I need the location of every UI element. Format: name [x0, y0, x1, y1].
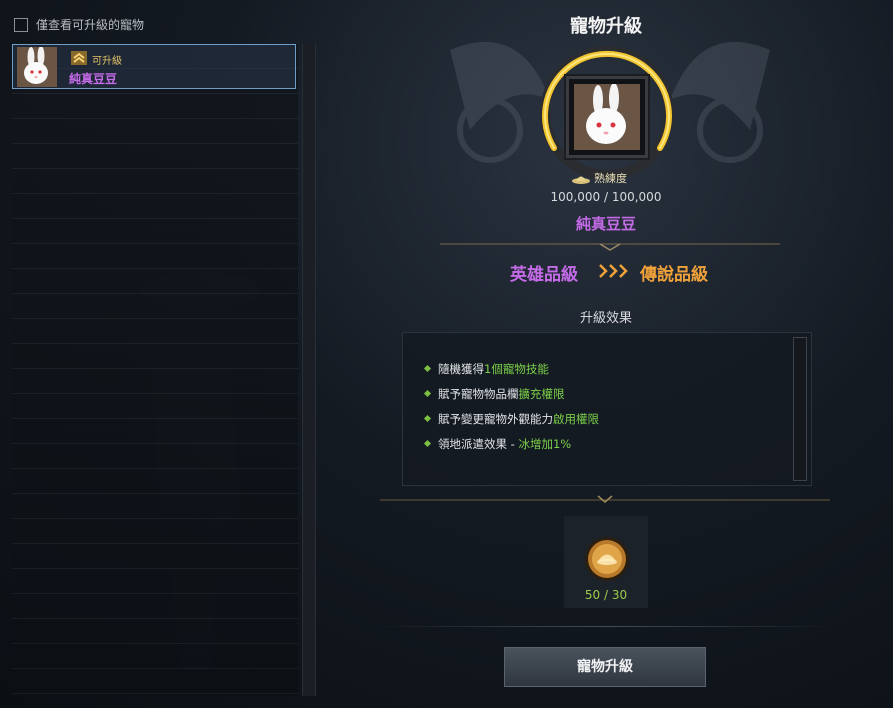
- grade-change: 英雄品級 傳說品級: [440, 258, 780, 286]
- upgradable-badge: 可升級: [92, 56, 122, 67]
- proficiency-label-row: 熟練度: [572, 170, 627, 186]
- bottom-divider: [376, 626, 836, 627]
- rabbit-pet-icon: [574, 84, 640, 150]
- effect-item: 賦予寵物物品欄擴充權限: [423, 386, 565, 402]
- filter-upgradable-only[interactable]: 僅查看可升級的寵物: [14, 16, 144, 33]
- page-title: 寵物升級: [570, 16, 642, 37]
- pet-list-name: 純真豆豆: [69, 72, 118, 86]
- ornament-divider: [440, 243, 780, 251]
- effects-scrollbar[interactable]: [793, 337, 807, 481]
- filter-checkbox[interactable]: [14, 17, 28, 32]
- pet-list: 可升級 純真豆豆: [12, 44, 298, 696]
- grade-from: 英雄品級: [510, 265, 578, 285]
- effect-item: 賦予變更寵物外觀能力啟用權限: [423, 411, 599, 427]
- rabbit-pet-icon: [17, 47, 57, 87]
- upgrade-chevron-icon: [71, 51, 87, 65]
- effect-item: 隨機獲得1個寵物技能: [423, 361, 549, 377]
- ornament-divider: [380, 495, 830, 503]
- proficiency-value: 100,000 / 100,000: [550, 190, 662, 204]
- upgrade-material-slot[interactable]: 50 / 30: [564, 516, 648, 608]
- effects-box: 隨機獲得1個寵物技能 賦予寵物物品欄擴充權限 賦予變更寵物外觀能力啟用權限 領地…: [402, 332, 812, 486]
- material-count: 50 / 30: [584, 588, 628, 602]
- pet-upgrade-button[interactable]: 寵物升級: [504, 647, 706, 687]
- gold-medal-icon: [585, 537, 629, 581]
- effects-title: 升級效果: [579, 311, 632, 326]
- pet-list-item[interactable]: 可升級 純真豆豆: [12, 44, 296, 89]
- effect-item: 領地派遣效果 - 冰增加1%: [423, 436, 571, 452]
- filter-label: 僅查看可升級的寵物: [36, 18, 145, 32]
- pet-list-scrollbar[interactable]: [302, 44, 316, 696]
- triple-arrow-icon: [599, 264, 628, 278]
- grade-to: 傳說品級: [640, 265, 708, 285]
- selected-pet-name: 純真豆豆: [575, 215, 636, 233]
- hat-icon: [572, 176, 590, 184]
- proficiency-label: 熟練度: [594, 172, 627, 185]
